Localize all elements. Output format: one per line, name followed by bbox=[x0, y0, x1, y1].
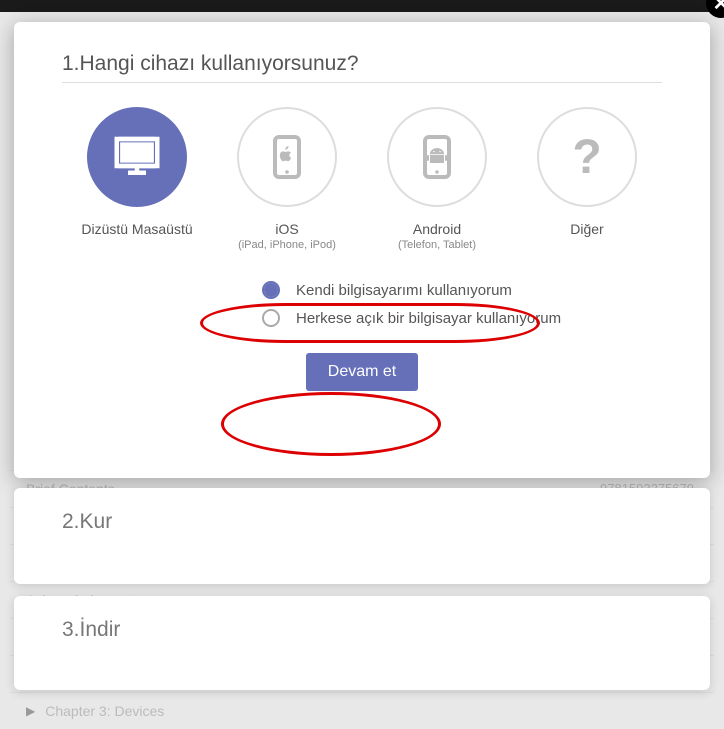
radio-label: Herkese açık bir bilgisayar kullanıyorum bbox=[296, 310, 561, 327]
step-2-card[interactable]: 2.Kur bbox=[14, 488, 710, 584]
radio-public-computer[interactable]: Herkese açık bir bilgisayar kullanıyorum bbox=[262, 309, 561, 327]
modal-title: 1.Hangi cihazı kullanıyorsunuz? bbox=[62, 52, 662, 76]
radio-icon bbox=[262, 309, 280, 327]
device-sublabel: (Telefon, Tablet) bbox=[398, 239, 476, 251]
android-tablet-icon bbox=[387, 107, 487, 207]
continue-wrap: Devam et bbox=[62, 353, 662, 391]
device-label: Dizüstü Masaüstü bbox=[81, 221, 192, 237]
step-3-card[interactable]: 3.İndir bbox=[14, 596, 710, 690]
device-other[interactable]: ? Diğer bbox=[512, 107, 662, 251]
window-topbar bbox=[0, 0, 724, 12]
device-label: Android bbox=[413, 221, 461, 237]
divider bbox=[62, 82, 662, 83]
bg-row: ▶Chapter 3: Devices bbox=[10, 692, 714, 729]
monitor-icon bbox=[87, 107, 187, 207]
continue-button[interactable]: Devam et bbox=[306, 353, 418, 391]
radio-own-computer[interactable]: Kendi bilgisayarımı kullanıyorum bbox=[262, 281, 512, 299]
radio-label: Kendi bilgisayarımı kullanıyorum bbox=[296, 282, 512, 299]
question-icon: ? bbox=[537, 107, 637, 207]
apple-tablet-icon bbox=[237, 107, 337, 207]
close-icon: ✕ bbox=[713, 0, 724, 16]
device-desktop[interactable]: Dizüstü Masaüstü bbox=[62, 107, 212, 251]
device-label: Diğer bbox=[570, 221, 603, 237]
step-2-title: 2.Kur bbox=[62, 510, 662, 534]
step-3-title: 3.İndir bbox=[62, 618, 662, 642]
device-options: Dizüstü Masaüstü iOS (iPad, iPhone, iPod… bbox=[62, 107, 662, 251]
device-label: iOS bbox=[275, 221, 298, 237]
device-android[interactable]: Android (Telefon, Tablet) bbox=[362, 107, 512, 251]
ownership-radios: Kendi bilgisayarımı kullanıyorum Herkese… bbox=[262, 281, 662, 327]
device-sublabel: (iPad, iPhone, iPod) bbox=[238, 239, 336, 251]
close-button[interactable]: ✕ bbox=[706, 0, 724, 18]
device-ios[interactable]: iOS (iPad, iPhone, iPod) bbox=[212, 107, 362, 251]
device-selection-modal: 1.Hangi cihazı kullanıyorsunuz? Dizüstü … bbox=[14, 22, 710, 478]
radio-icon bbox=[262, 281, 280, 299]
